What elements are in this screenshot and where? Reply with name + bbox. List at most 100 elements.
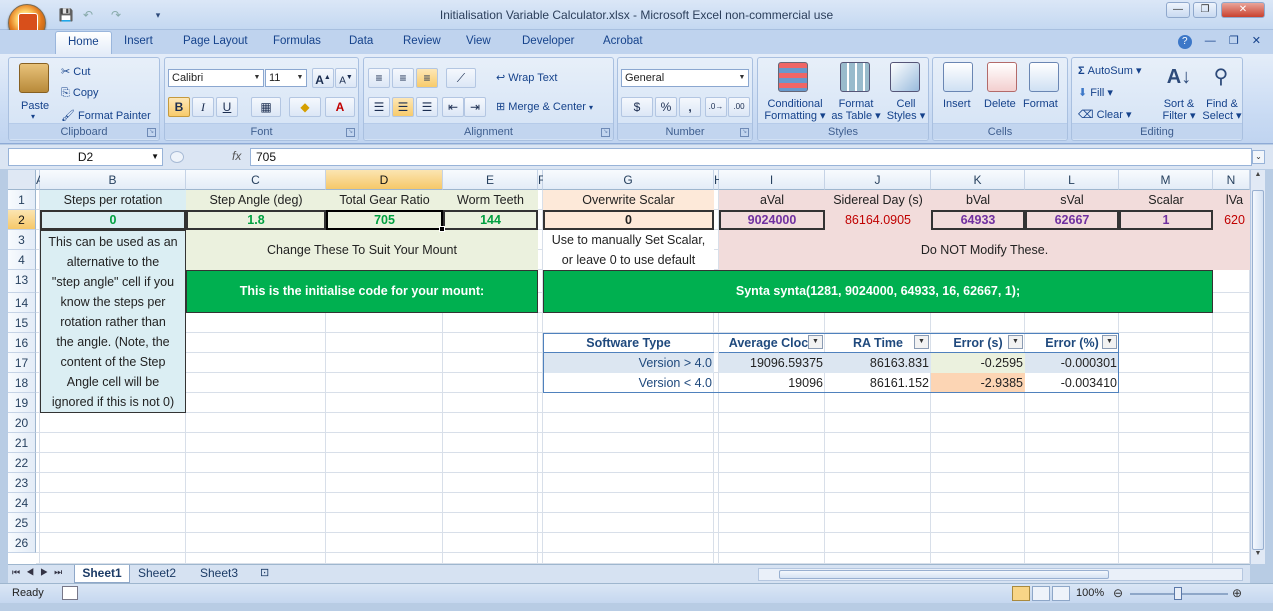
cell-c2[interactable]: 1.8 [186,210,326,230]
delete-cells-button[interactable]: Delete [984,98,1016,110]
fill-button[interactable]: ⬇ Fill ▾ [1078,86,1113,99]
font-size-combo[interactable]: 11 ▼ [265,69,307,87]
header-cell-k1[interactable]: bVal [931,190,1025,210]
font-launcher-icon[interactable]: ↘ [346,128,355,137]
bold-button[interactable]: B [168,97,190,117]
column-header-b[interactable]: B [40,170,186,190]
header-cell-b1[interactable]: Steps per rotation [40,190,186,210]
table-row-average-clock[interactable]: 19096.59375 [719,353,825,373]
header-cell-i1[interactable]: aVal [719,190,825,210]
shrink-font-icon[interactable]: A▼ [335,68,357,88]
row-header-3[interactable]: 3 [8,230,36,250]
row-header-25[interactable]: 25 [8,513,36,533]
autosum-button[interactable]: Σ AutoSum ▾ [1078,64,1142,77]
conditional-formatting-button[interactable]: Conditional Formatting ▾ [763,98,827,122]
binoculars-icon[interactable]: ⚲ [1206,62,1236,92]
wrap-text-button[interactable]: ↩ Wrap Text [496,71,557,84]
font-name-combo[interactable]: Calibri ▼ [168,69,264,87]
align-bottom-icon[interactable]: ≡ [416,68,438,88]
italic-button[interactable]: I [192,97,214,117]
formula-input[interactable]: 705 [250,148,1252,166]
customize-toolbar-icon[interactable]: ▾ [150,7,166,23]
sheet-tab-3[interactable]: Sheet3 [200,565,238,583]
increase-decimal-icon[interactable]: .0→ [705,97,727,117]
cell-styles-button[interactable]: Cell Styles ▾ [884,98,928,122]
name-box[interactable]: D2 ▼ [8,148,163,166]
row-header-17[interactable]: 17 [8,353,36,373]
font-size-dropdown-icon[interactable]: ▼ [294,70,306,86]
cell-b2[interactable]: 0 [40,210,186,230]
row-header-1[interactable]: 1 [8,190,36,210]
close-button[interactable]: ✕ [1221,2,1265,18]
column-header-d[interactable]: D [326,170,443,190]
row-header-19[interactable]: 19 [8,393,36,413]
table-row-error-pct[interactable]: -0.000301 [1025,353,1119,373]
minimize-button[interactable]: — [1166,2,1190,18]
row-header-24[interactable]: 24 [8,493,36,513]
filter-dropdown-icon[interactable]: ▼ [1102,335,1117,349]
row-header-2[interactable]: 2 [8,210,36,230]
save-icon[interactable]: 💾 [58,7,74,23]
row-header-21[interactable]: 21 [8,433,36,453]
zoom-out-icon[interactable]: ⊖ [1113,586,1123,600]
tab-developer[interactable]: Developer [522,35,574,47]
row-header-13[interactable]: 13 [8,270,36,293]
table-header-3[interactable]: Error (s) ▼ [931,333,1025,353]
grow-font-icon[interactable]: A▲ [312,68,334,88]
paste-dropdown-icon[interactable]: ▾ [31,112,35,121]
page-break-view-icon[interactable] [1052,586,1070,601]
table-row-error-s[interactable]: -2.9385 [931,373,1025,393]
row-header-14[interactable]: 14 [8,293,36,313]
manual-scalar-note-1[interactable]: Use to manually Set Scalar, [543,230,714,250]
normal-view-icon[interactable] [1012,586,1030,601]
tab-view[interactable]: View [466,35,491,47]
help-icon[interactable]: ? [1177,35,1192,49]
align-top-icon[interactable]: ≡ [368,68,390,88]
decrease-decimal-icon[interactable]: .00 [728,97,750,117]
tab-insert[interactable]: Insert [124,35,153,47]
column-header-i[interactable]: I [719,170,825,190]
row-header-23[interactable]: 23 [8,473,36,493]
insert-cells-button[interactable]: Insert [943,98,971,110]
insert-sheet-icon[interactable]: ⊡ [260,565,269,583]
fill-color-icon[interactable]: ◆ [289,97,321,117]
horizontal-scrollbar[interactable] [758,568,1243,581]
insert-cells-icon[interactable] [943,62,973,92]
tab-page-layout[interactable]: Page Layout [183,35,248,47]
horizontal-scroll-thumb[interactable] [779,570,1109,579]
column-header-n[interactable]: N [1213,170,1250,190]
paste-icon[interactable] [19,63,49,93]
cell-styles-icon[interactable] [890,62,920,92]
align-middle-icon[interactable]: ≡ [392,68,414,88]
column-header-g[interactable]: G [543,170,714,190]
ribbon-restore-icon[interactable]: ❐ [1229,35,1239,47]
init-code-value[interactable]: Synta synta(1281, 9024000, 64933, 16, 62… [543,270,1213,313]
comma-style-button[interactable]: , [679,97,701,117]
column-header-k[interactable]: K [931,170,1025,190]
delete-cells-icon[interactable] [987,62,1017,92]
vertical-scroll-thumb[interactable] [1252,190,1264,550]
undo-icon[interactable]: ↶ [80,7,96,23]
increase-indent-icon[interactable]: ⇥ [464,97,486,117]
manual-scalar-note-2[interactable]: or leave 0 to use default [543,250,714,270]
table-header-1[interactable]: Average Clock ▼ [719,333,825,353]
align-center-icon[interactable]: ☰ [392,97,414,117]
header-cell-m1[interactable]: Scalar [1119,190,1213,210]
cut-button[interactable]: ✂ Cut [61,65,90,78]
decrease-indent-icon[interactable]: ⇤ [442,97,464,117]
table-row-ra-time[interactable]: 86161.152 [825,373,931,393]
number-launcher-icon[interactable]: ↘ [740,128,749,137]
row-header-20[interactable]: 20 [8,413,36,433]
sheet-tab-2[interactable]: Sheet2 [138,565,176,583]
merge-center-button[interactable]: ⊞ Merge & Center ▾ [496,100,593,113]
cell-i2[interactable]: 9024000 [719,210,825,230]
format-as-table-icon[interactable] [840,62,870,92]
number-format-combo[interactable]: General ▼ [621,69,749,87]
copy-button[interactable]: ⎘ Copy [61,87,99,100]
clipboard-launcher-icon[interactable]: ↘ [147,128,156,137]
macro-record-icon[interactable] [62,586,78,600]
fill-handle[interactable] [439,226,445,232]
percent-style-button[interactable]: % [655,97,677,117]
cell-n2[interactable]: 620 [1213,210,1250,230]
cell-l2[interactable]: 62667 [1025,210,1119,230]
